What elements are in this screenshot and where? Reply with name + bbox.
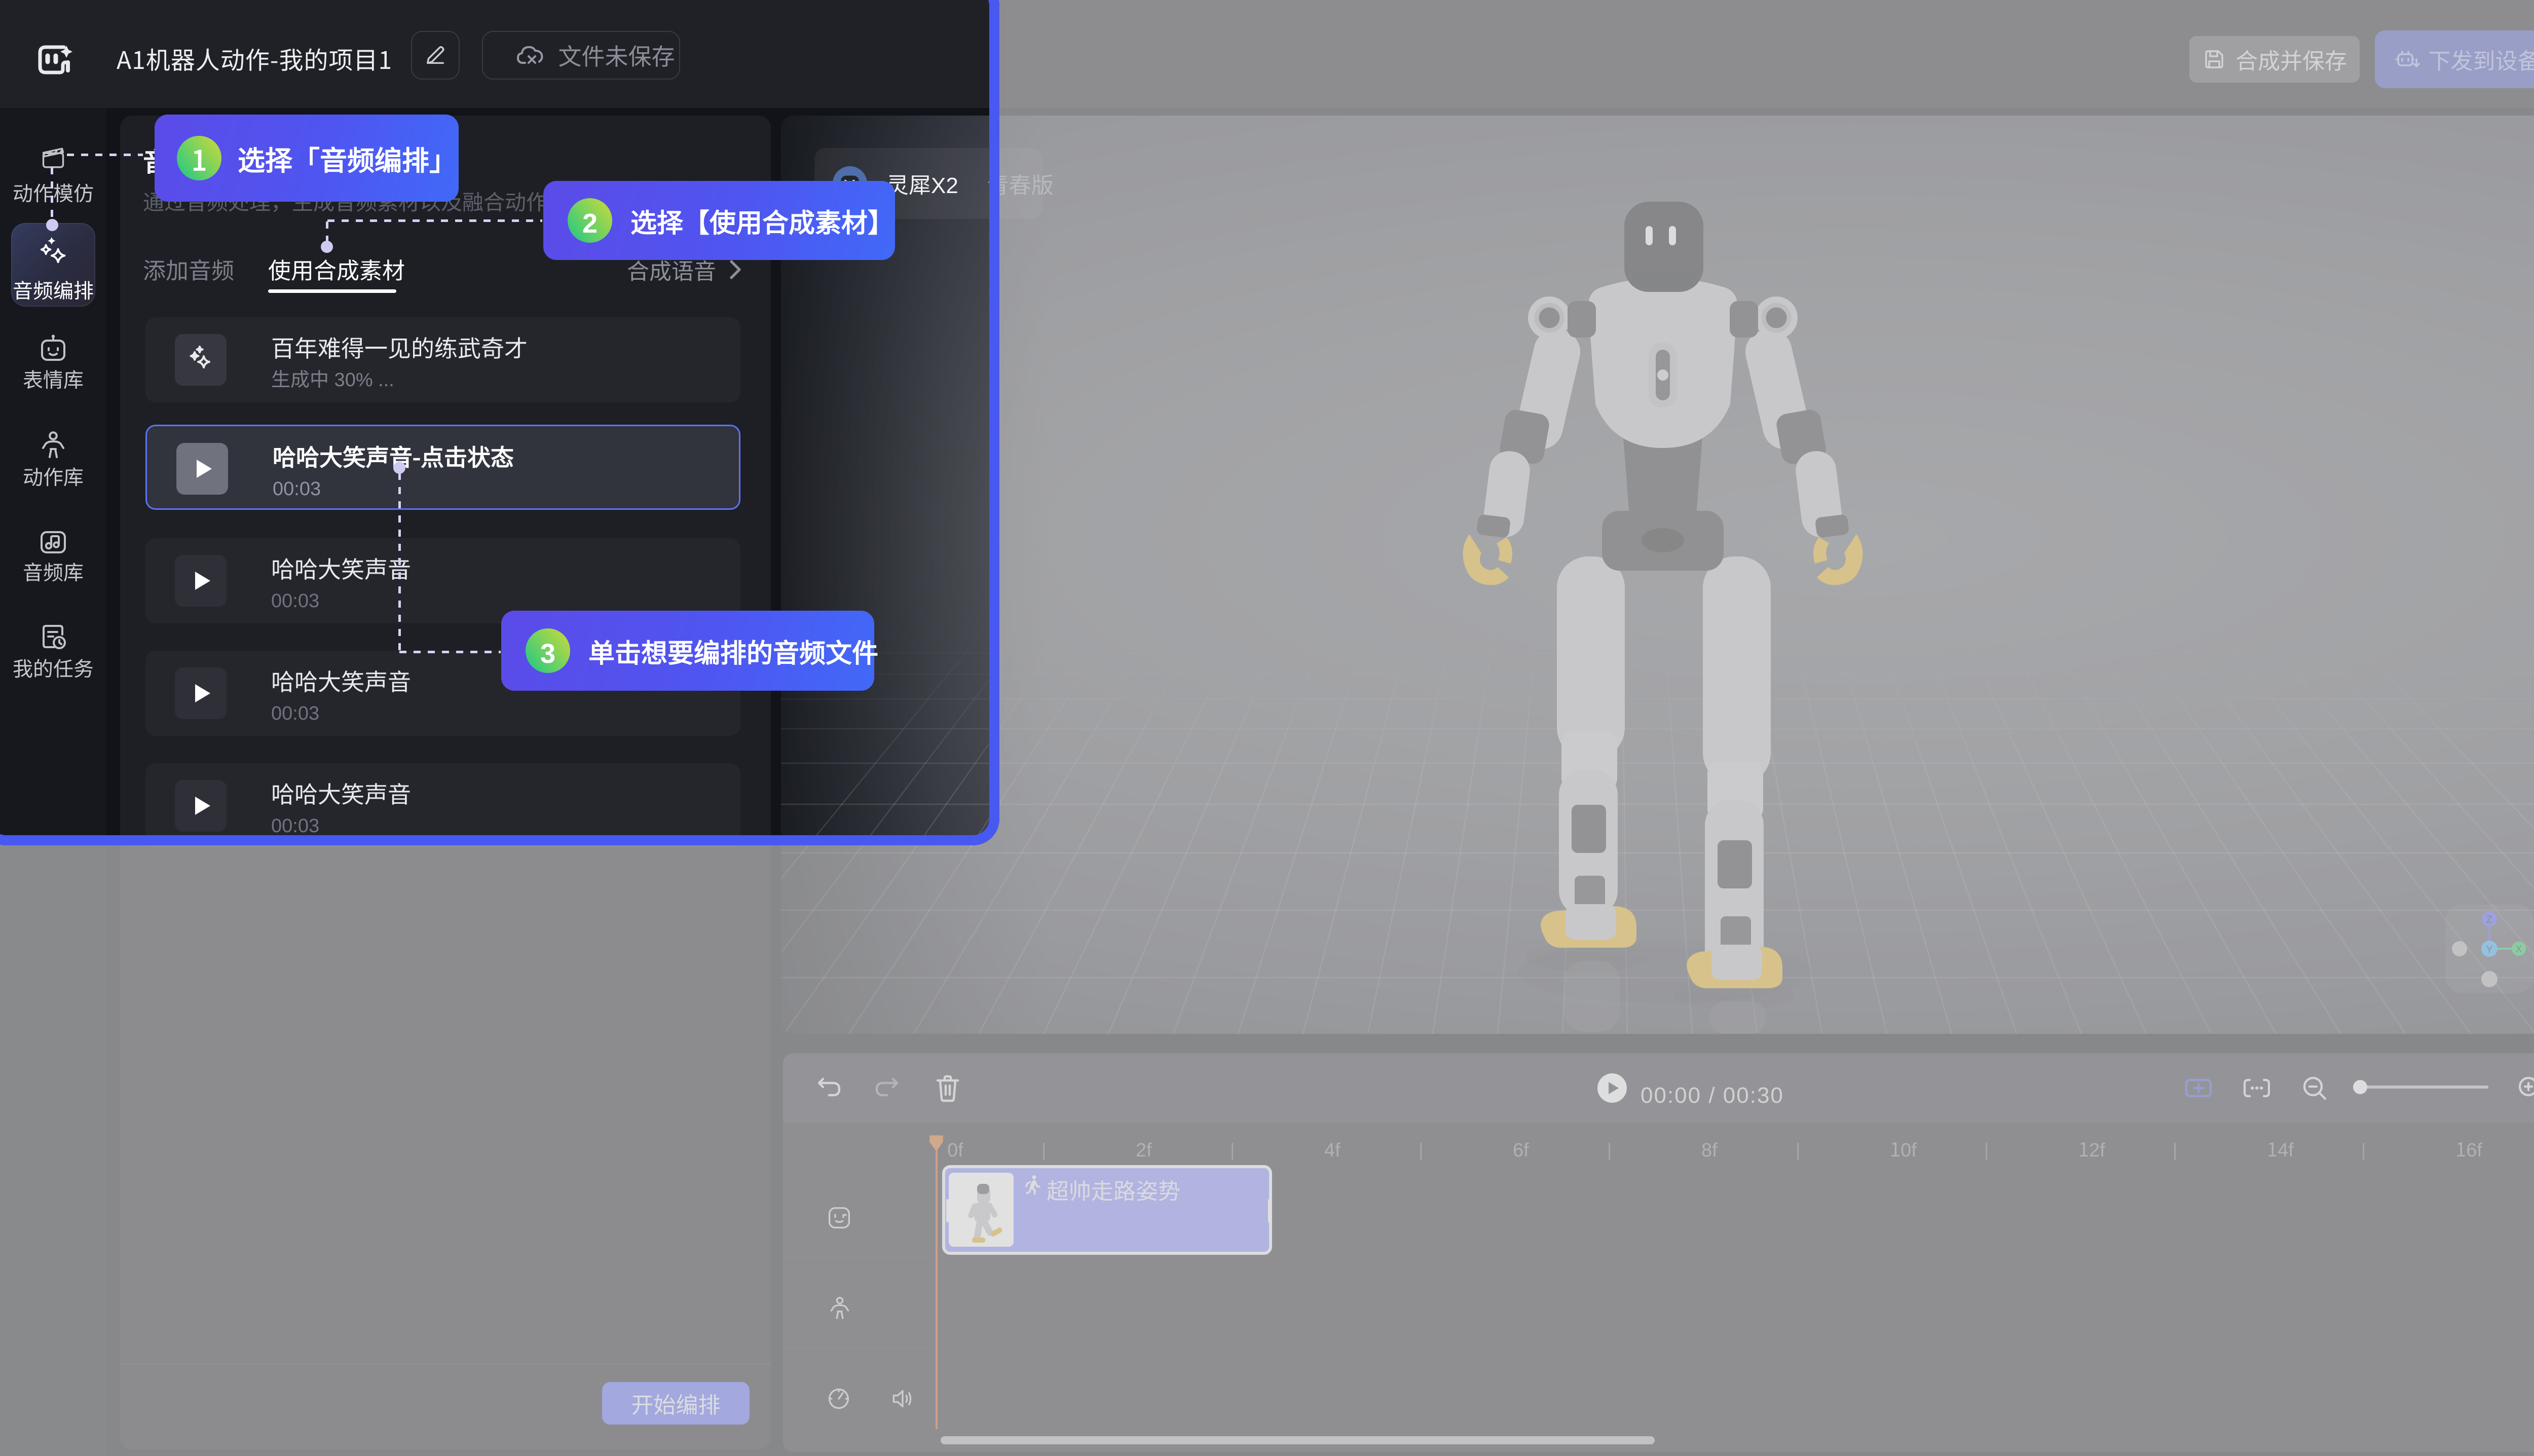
svg-text:Z: Z — [2486, 914, 2492, 925]
svg-text:X: X — [2516, 944, 2522, 955]
svg-text:Y: Y — [2486, 944, 2492, 955]
